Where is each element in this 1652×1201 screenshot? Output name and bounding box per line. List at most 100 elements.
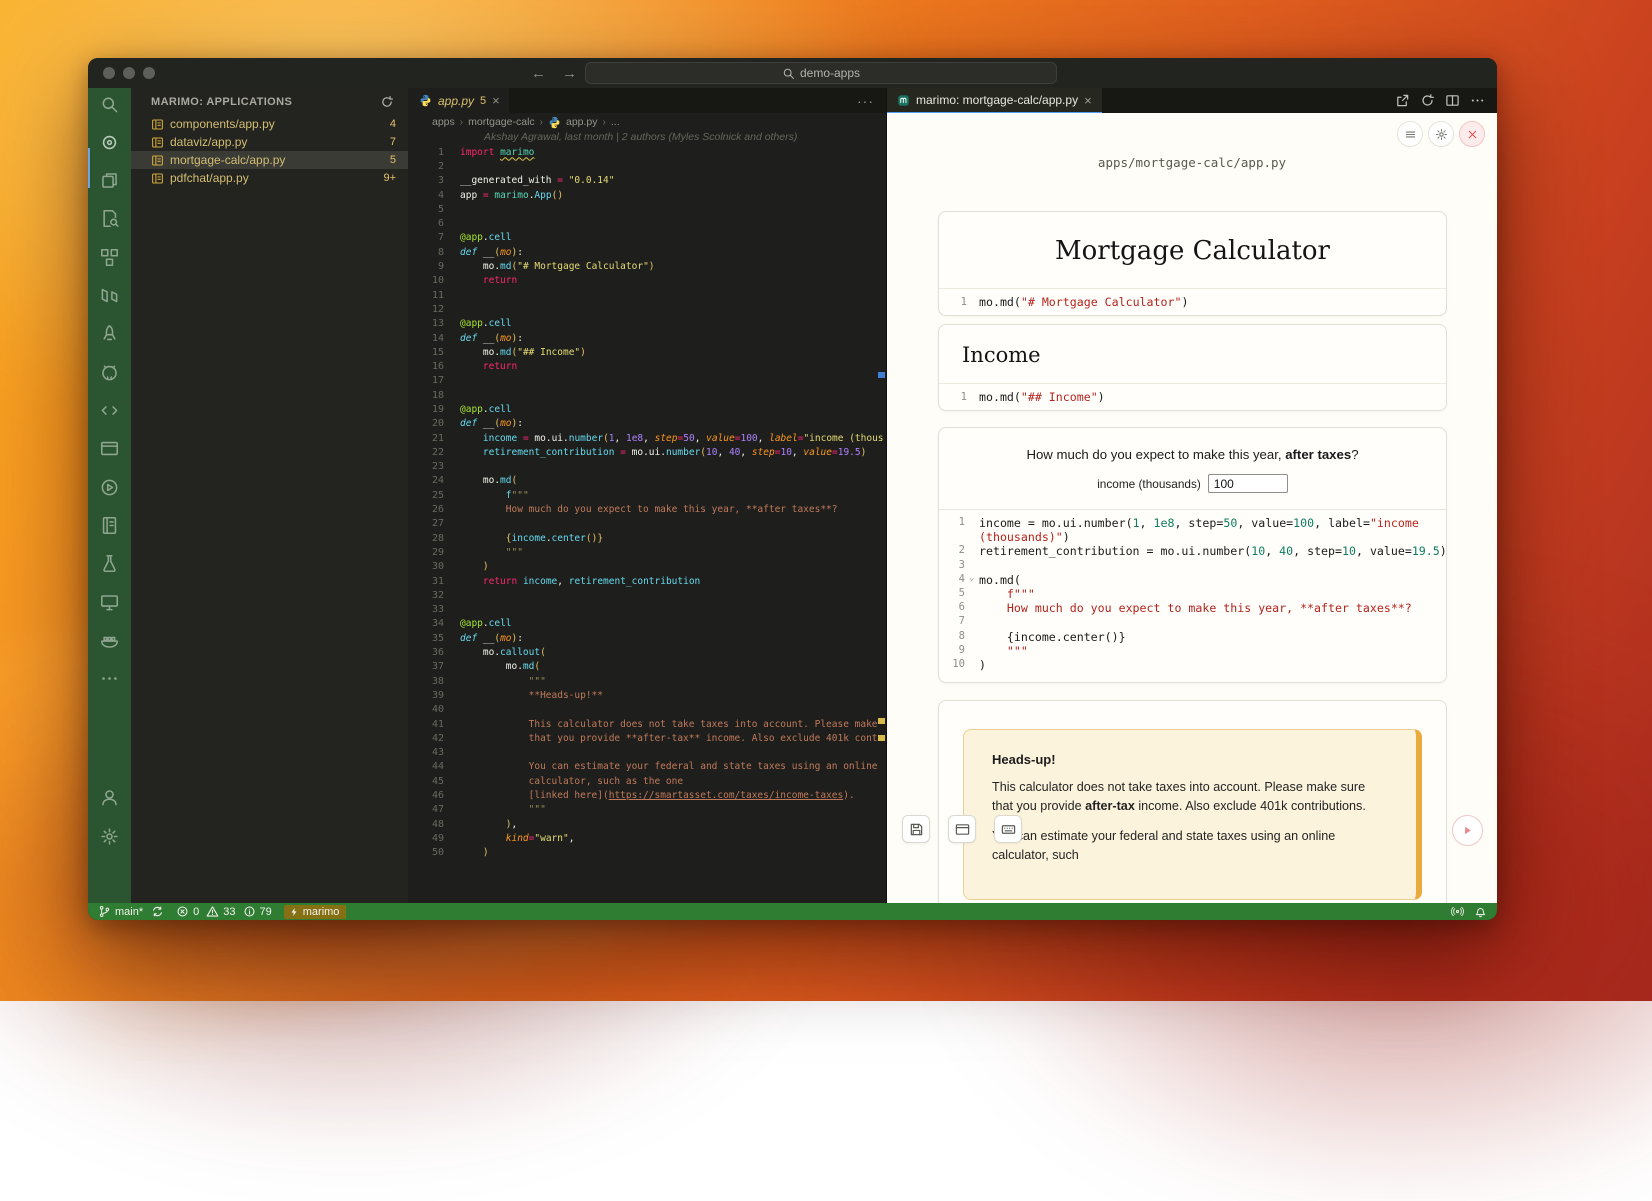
marimo-status-label: marimo xyxy=(303,906,340,918)
income-input-label: income (thousands) xyxy=(1097,477,1201,491)
file-row-dataviz[interactable]: dataviz/app.py7 xyxy=(131,133,408,151)
activity-item-code[interactable] xyxy=(88,394,131,428)
breadcrumb-symbol[interactable]: ... xyxy=(611,116,620,128)
tab-app-py[interactable]: app.py 5 × xyxy=(408,88,509,113)
problems-item[interactable]: 0 33 79 xyxy=(176,905,272,918)
activity-item-docker[interactable] xyxy=(88,624,131,658)
code-line: 4app = marimo.App() xyxy=(408,188,886,202)
activity-item-file-search[interactable] xyxy=(88,202,131,236)
overview-ruler-mark xyxy=(878,718,885,724)
code-line: 17 xyxy=(408,374,886,388)
activity-item-marimo[interactable] xyxy=(88,125,131,159)
minimize-window-button[interactable] xyxy=(123,67,135,79)
code-line: (thousands)") xyxy=(939,530,1446,544)
window-button[interactable] xyxy=(948,815,976,843)
keyboard-button[interactable] xyxy=(994,815,1022,843)
activity-item-play-circle[interactable] xyxy=(88,470,131,504)
file-row-pdfchat[interactable]: pdfchat/app.py9+ xyxy=(131,169,408,187)
python-icon xyxy=(419,94,432,107)
broadcast-icon[interactable] xyxy=(1451,905,1464,918)
github-icon xyxy=(100,363,119,382)
income-input[interactable] xyxy=(1208,474,1288,493)
activity-item-github[interactable] xyxy=(88,355,131,389)
code-line: 33 xyxy=(408,603,886,617)
run-cell-button[interactable] xyxy=(1452,815,1483,846)
cell-code-question[interactable]: 1income = mo.ui.number(1, 1e8, step=50, … xyxy=(939,509,1446,682)
close-tab-icon[interactable]: × xyxy=(1084,93,1092,108)
webview-tab-label: marimo: mortgage-calc/app.py xyxy=(916,93,1078,107)
layout-customize-icon[interactable] xyxy=(1469,65,1485,81)
cell-code-income[interactable]: 1 mo.md("## Income") xyxy=(939,383,1446,410)
save-button[interactable] xyxy=(902,815,930,843)
marimo-icon xyxy=(100,133,119,152)
zoom-window-button[interactable] xyxy=(143,67,155,79)
layout-sidebar-right-icon[interactable] xyxy=(1444,65,1460,81)
split-editor-icon[interactable] xyxy=(1445,93,1460,108)
activity-item-account[interactable] xyxy=(88,780,131,814)
code-line: 43 xyxy=(408,745,886,759)
command-center-search[interactable]: demo-apps xyxy=(585,62,1057,84)
notebook-file-icon xyxy=(151,136,164,149)
components-icon xyxy=(100,248,119,267)
code-line: 3__generated_with = "0.0.14" xyxy=(408,174,886,188)
activity-item-window[interactable] xyxy=(88,432,131,466)
close-tab-icon[interactable]: × xyxy=(492,93,500,108)
breadcrumb-app-py[interactable]: app.py xyxy=(566,116,598,128)
code-line: 36 mo.callout( xyxy=(408,645,886,659)
activity-item-components[interactable] xyxy=(88,240,131,274)
close-window-button[interactable] xyxy=(103,67,115,79)
activity-item-beaker[interactable] xyxy=(88,547,131,581)
open-external-icon[interactable] xyxy=(1395,93,1410,108)
file-row-components[interactable]: components/app.py4 xyxy=(131,115,408,133)
marimo-status-item[interactable]: marimo xyxy=(284,905,347,919)
activity-item-gear[interactable] xyxy=(88,819,131,853)
code-line: 8def __(mo): xyxy=(408,245,886,259)
line-number: 1 xyxy=(949,390,967,404)
activity-item-search[interactable] xyxy=(88,87,131,121)
question-text: How much do you expect to make this year… xyxy=(939,428,1446,462)
callout-paragraph: You can estimate your federal and state … xyxy=(992,827,1388,864)
breadcrumb-apps[interactable]: apps xyxy=(432,116,455,128)
status-bar: main* 0 33 79 marimo xyxy=(88,903,1497,920)
activity-item-pipeline[interactable] xyxy=(88,279,131,313)
code-line: 14def __(mo): xyxy=(408,331,886,345)
vscode-window: ← → demo-apps MARIMO: APPLICATIONS compo… xyxy=(88,58,1497,920)
code-line: 37 mo.md( xyxy=(408,660,886,674)
git-branch-item[interactable]: main* xyxy=(98,905,164,918)
activity-item-rocket[interactable] xyxy=(88,317,131,351)
cell-count-badge: 7 xyxy=(390,136,396,148)
sidebar: MARIMO: APPLICATIONS components/app.py4d… xyxy=(131,88,408,903)
gear-icon xyxy=(1435,128,1448,141)
editor-actions-more-icon[interactable]: ··· xyxy=(857,88,886,113)
app-shutdown-button[interactable] xyxy=(1459,121,1485,147)
activity-item-copy[interactable] xyxy=(88,164,131,198)
activity-item-more[interactable] xyxy=(88,662,131,696)
notifications-bell-icon[interactable] xyxy=(1474,905,1487,918)
code-line: 6 How much do you expect to make this ye… xyxy=(939,601,1446,615)
cell-code-title[interactable]: 1 mo.md("# Mortgage Calculator") xyxy=(939,288,1446,315)
code-editor[interactable]: 1import marimo23__generated_with = "0.0.… xyxy=(408,145,886,903)
activity-item-notebook[interactable] xyxy=(88,509,131,543)
history-back-icon[interactable]: ← xyxy=(531,65,546,82)
app-settings-button[interactable] xyxy=(1428,121,1454,147)
code-line: 2 xyxy=(408,159,886,173)
activity-item-devices[interactable] xyxy=(88,585,131,619)
breadcrumb-mortgage-calc[interactable]: mortgage-calc xyxy=(468,116,535,128)
title-bar: ← → demo-apps xyxy=(88,58,1497,88)
more-icon[interactable] xyxy=(1470,93,1485,108)
layout-panel-icon[interactable] xyxy=(1419,65,1435,81)
notebook-file-icon xyxy=(151,154,164,167)
fold-chevron-icon[interactable]: ⌄ xyxy=(969,573,979,587)
file-row-mortgage-calc[interactable]: mortgage-calc/app.py5 xyxy=(131,151,408,169)
code-line: 4⌄mo.md( xyxy=(939,573,1446,587)
file-search-icon xyxy=(100,209,119,228)
layout-sidebar-left-icon[interactable] xyxy=(1394,65,1410,81)
refresh-icon[interactable] xyxy=(380,95,394,109)
history-forward-icon[interactable]: → xyxy=(562,65,577,82)
app-menu-button[interactable] xyxy=(1397,121,1423,147)
editor-tab-bar: app.py 5 × ··· xyxy=(408,88,886,113)
tab-marimo-webview[interactable]: marimo: mortgage-calc/app.py × xyxy=(887,88,1102,113)
search-icon xyxy=(100,95,119,114)
reload-icon[interactable] xyxy=(1420,93,1435,108)
code-line: 7 xyxy=(939,615,1446,629)
